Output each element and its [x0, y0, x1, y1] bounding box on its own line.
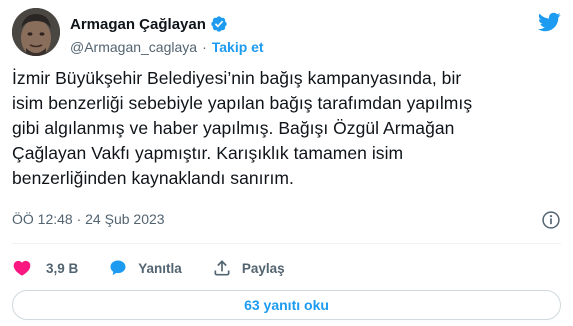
like-count: 3,9 B — [46, 260, 79, 276]
info-icon[interactable] — [541, 210, 561, 230]
verified-badge-icon — [211, 16, 227, 32]
share-icon — [214, 260, 230, 276]
divider — [12, 243, 561, 244]
author-display-name[interactable]: Armagan Çağlayan — [70, 16, 206, 33]
twitter-bird-icon[interactable] — [537, 10, 561, 34]
tweet-header: Armagan Çağlayan @Armagan_caglaya · Taki… — [12, 8, 561, 58]
tweet-text-line: Çağlayan Vakfı yapmıştır. Karışıklık tam… — [12, 143, 404, 163]
like-button[interactable]: 3,9 B — [12, 258, 78, 278]
tweet-text-line: İzmir Büyükşehir Belediyesi’nin bağış ka… — [12, 68, 462, 88]
tweet-actions: 3,9 B Yanıtla Paylaş — [12, 256, 315, 280]
tweet-text: İzmir Büyükşehir Belediyesi’nin bağış ka… — [12, 66, 564, 191]
follow-button[interactable]: Takip et — [212, 39, 264, 55]
reply-label: Yanıtla — [138, 260, 182, 276]
read-replies-label: 63 yanıtı oku — [244, 297, 329, 313]
reply-bubble-icon — [110, 260, 126, 276]
share-label: Paylaş — [241, 260, 285, 276]
tweet-timestamp[interactable]: ÖÖ 12:48 · 24 Şub 2023 — [12, 211, 165, 227]
avatar[interactable] — [12, 8, 60, 56]
tweet-text-line: isim benzerliği sebebiyle yapılan bağış … — [12, 93, 473, 113]
tweet-text-line: benzerliğinden kaynaklandı sanırım. — [12, 168, 294, 188]
separator-dot: · — [202, 39, 207, 55]
share-button[interactable]: Paylaş — [212, 258, 285, 278]
read-replies-button[interactable]: 63 yanıtı oku — [12, 290, 561, 320]
avatar-photo — [12, 8, 60, 56]
author-handle[interactable]: @Armagan_caglaya — [70, 39, 197, 55]
tweet-text-line: gibi algılanmış ve haber yapılmış. Bağış… — [12, 118, 455, 138]
reply-button[interactable]: Yanıtla — [108, 258, 182, 278]
heart-icon — [13, 260, 31, 276]
